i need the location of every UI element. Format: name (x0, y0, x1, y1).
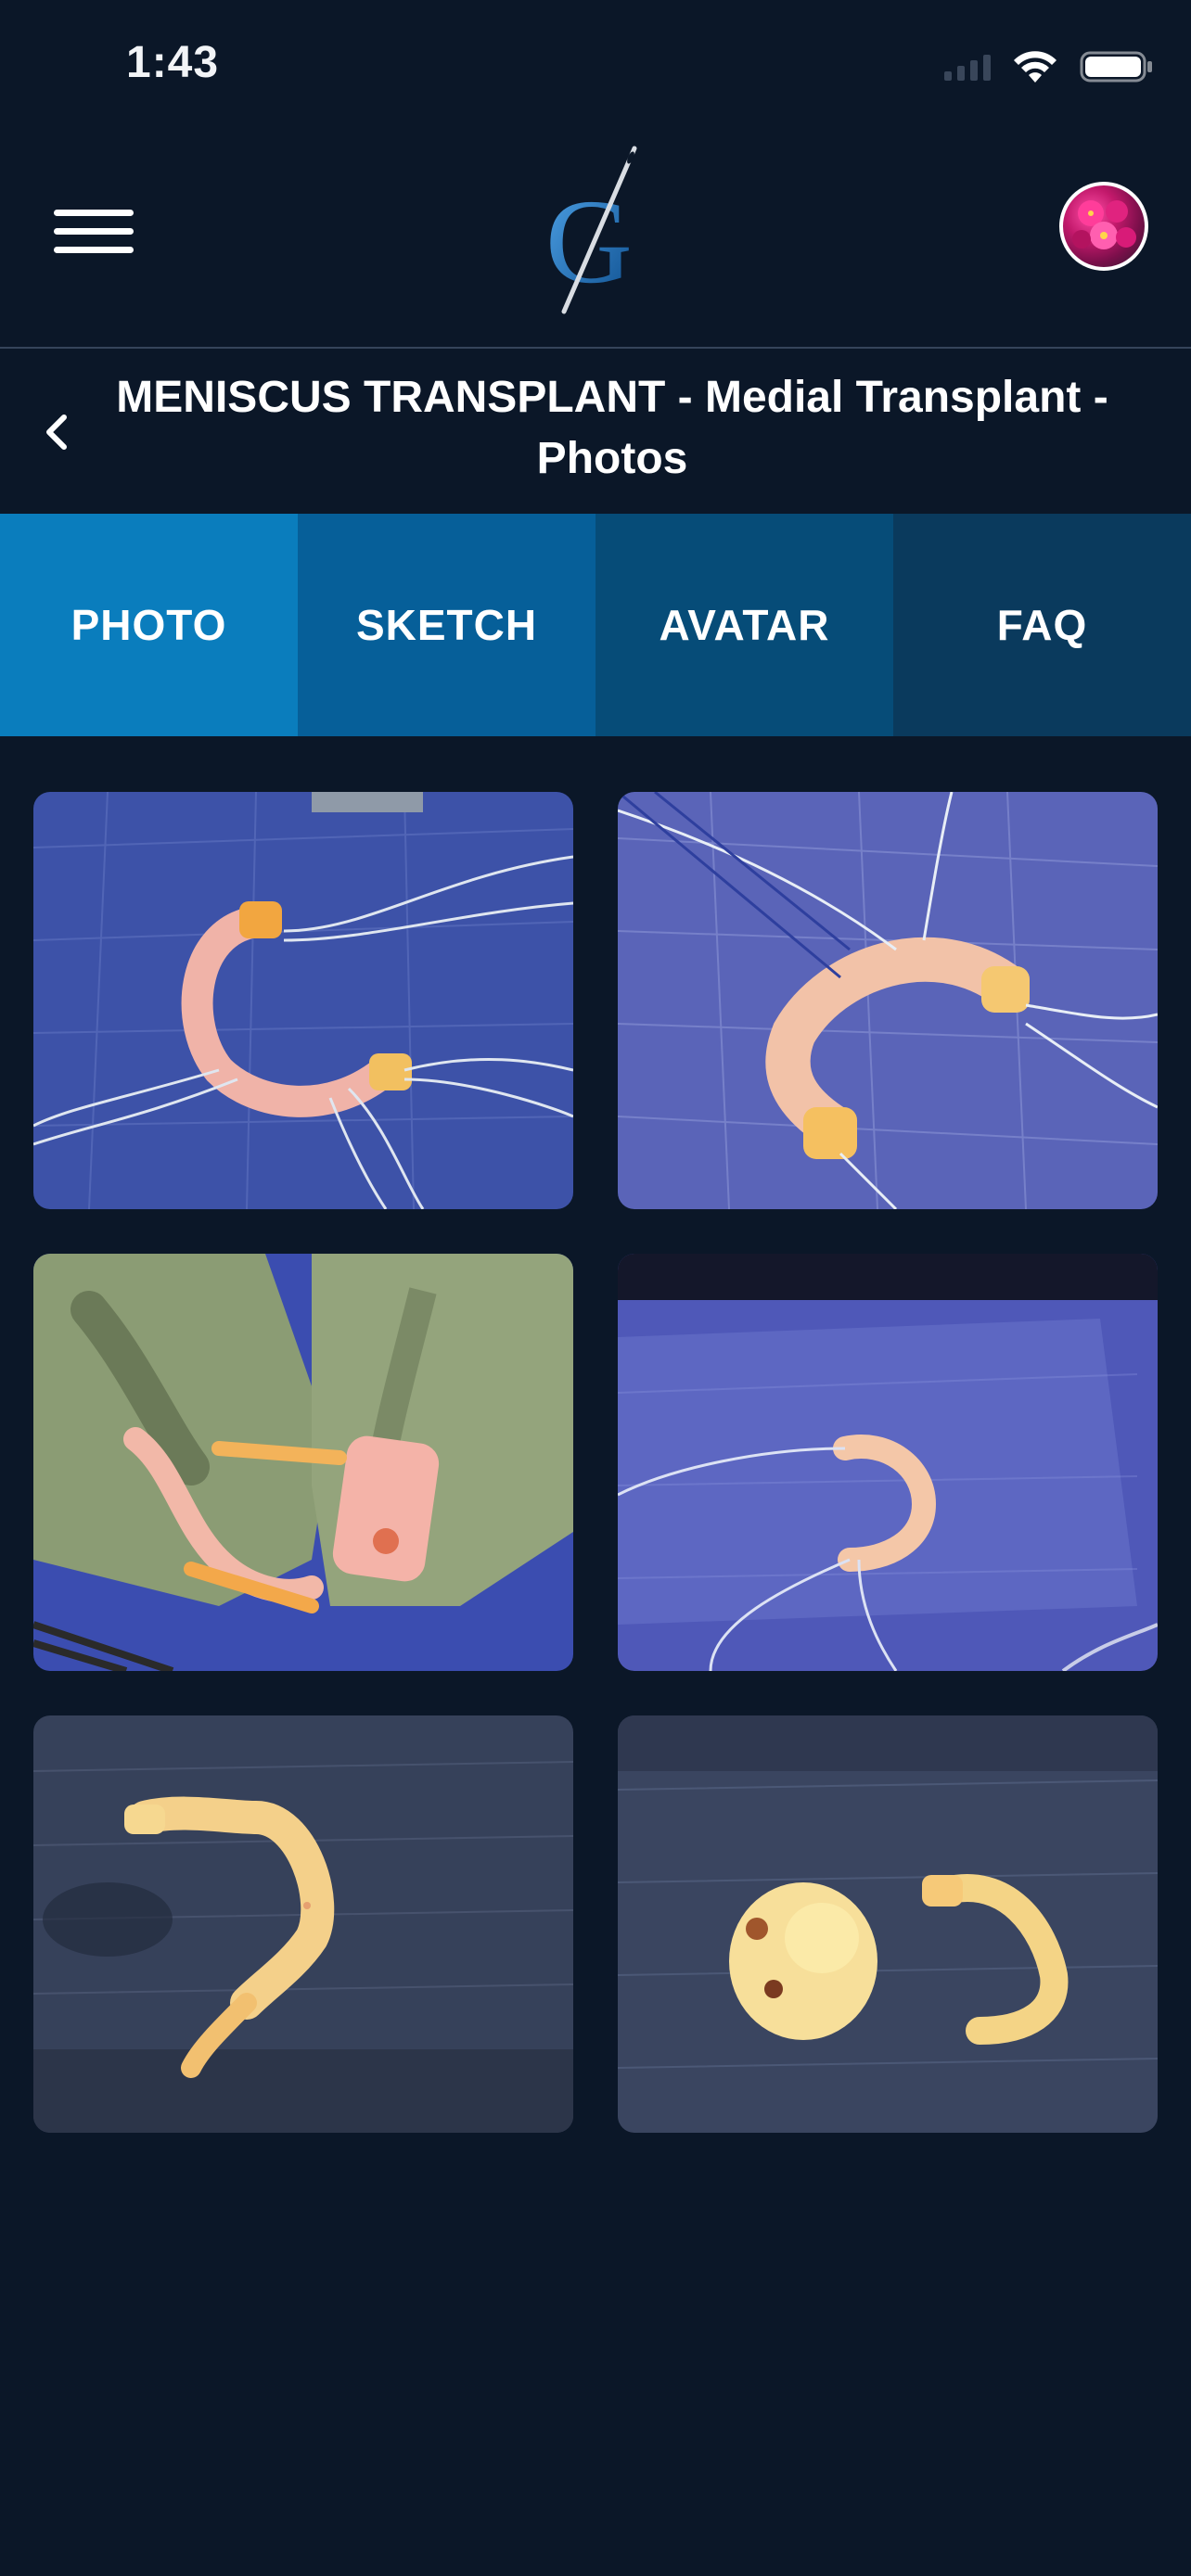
status-icons (944, 46, 1154, 87)
tab-photo[interactable]: PHOTO (0, 514, 298, 736)
photo-thumbnail[interactable] (618, 1715, 1158, 2133)
tab-faq[interactable]: FAQ (893, 514, 1191, 736)
hamburger-menu-icon[interactable] (50, 206, 139, 258)
tab-avatar[interactable]: AVATAR (596, 514, 893, 736)
photo-thumbnail[interactable] (33, 1254, 573, 1671)
photo-thumbnail[interactable] (33, 792, 573, 1209)
page-title: MENISCUS TRANSPLANT - Medial Transplant … (116, 373, 1108, 483)
title-bar: MENISCUS TRANSPLANT - Medial Transplant … (0, 349, 1191, 514)
photo-thumbnail[interactable] (618, 792, 1158, 1209)
tab-sketch[interactable]: SKETCH (298, 514, 596, 736)
wifi-icon (1014, 51, 1057, 83)
svg-text:G: G (545, 175, 633, 309)
photo-gallery (33, 792, 1158, 2133)
flower-avatar-icon[interactable] (1059, 182, 1148, 271)
photo-thumbnail[interactable] (33, 1715, 573, 2133)
app-header: G (0, 139, 1191, 348)
battery-icon (1080, 51, 1152, 83)
chevron-left-icon[interactable] (28, 395, 83, 469)
photo-thumbnail[interactable] (618, 1254, 1158, 1671)
status-bar: 1:43 (0, 0, 1191, 139)
cellular-signal-icon (944, 53, 991, 81)
status-time: 1:43 (126, 38, 220, 87)
tab-bar: PHOTO SKETCH AVATAR FAQ (0, 514, 1191, 736)
needle-g-logo-icon: G (545, 146, 637, 314)
